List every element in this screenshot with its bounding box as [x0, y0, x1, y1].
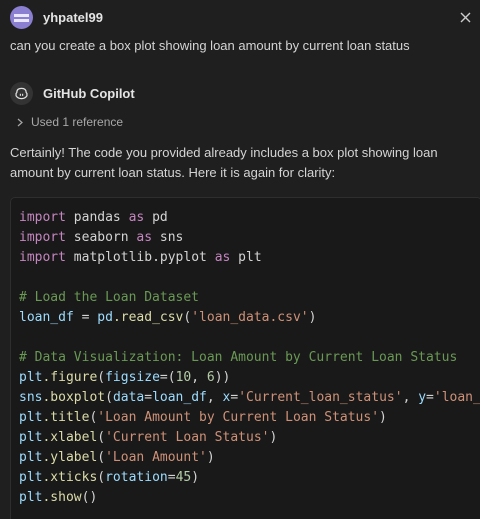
code-line-13: plt.ylabel('Loan Amount')	[19, 450, 215, 465]
chat-panel: yhpatel99 can you create a box plot show…	[0, 0, 480, 519]
keyword: import	[19, 250, 66, 265]
code-line-15: plt.show()	[19, 490, 98, 505]
function: .show	[42, 490, 82, 505]
user-message-header: yhpatel99	[10, 5, 103, 29]
references-label: Used 1 reference	[31, 115, 124, 129]
code-line-10: sns.boxplot(data=loan_df, x='Current_loa…	[19, 390, 480, 405]
chevron-right-icon	[17, 118, 23, 126]
code-line-14: plt.xticks(rotation=45)	[19, 470, 200, 485]
function: .xlabel	[42, 430, 98, 445]
comment: # Load the Loan Dataset	[19, 290, 200, 305]
string: 'Current Loan Status'	[105, 430, 270, 445]
copilot-icon	[10, 81, 33, 105]
answer-line: Certainly! The code you provided already…	[10, 145, 438, 160]
keyword: import	[19, 210, 66, 225]
string: 'Loan Amount by Current Loan Status'	[97, 410, 380, 425]
code-line-3: import matplotlib.pyplot as plt	[19, 248, 480, 268]
code-line-6: loan_df = pd.read_csv('loan_data.csv')	[19, 310, 317, 325]
function: .boxplot	[42, 390, 106, 405]
string: 'Loan Amount'	[105, 450, 207, 465]
function: .xticks	[42, 470, 98, 485]
keyword: as	[136, 230, 153, 245]
keyword: import	[19, 230, 66, 245]
code-line-1: import pandas as pd	[19, 208, 480, 228]
assistant-message-header: GitHub Copilot	[10, 81, 135, 105]
alias: plt	[238, 250, 262, 265]
code-block[interactable]: import pandas as pd import seaborn as sn…	[10, 197, 480, 519]
code-line-9: plt.figure(figsize=(10, 6))	[19, 370, 231, 385]
function: .ylabel	[42, 450, 98, 465]
assistant-answer: Certainly! The code you provided already…	[10, 143, 472, 183]
close-icon	[460, 12, 470, 22]
function: .figure	[42, 370, 98, 385]
answer-line: amount by current loan status. Here it i…	[10, 165, 336, 180]
module: matplotlib.pyplot	[73, 250, 207, 265]
assistant-name: GitHub Copilot	[43, 85, 135, 101]
code-line-12: plt.xlabel('Current Loan Status')	[19, 430, 278, 445]
variable: loan_df	[19, 310, 74, 325]
code-line-5: # Load the Loan Dataset	[19, 288, 480, 308]
function: .read_csv	[112, 310, 184, 325]
keyword: as	[128, 210, 145, 225]
references-toggle[interactable]: Used 1 reference	[16, 115, 123, 129]
username: yhpatel99	[43, 9, 103, 25]
user-avatar	[10, 5, 33, 29]
keyword: as	[214, 250, 231, 265]
number: 45	[175, 470, 192, 485]
number: 10	[175, 370, 192, 385]
alias: pd	[152, 210, 168, 225]
user-message-text: can you create a box plot showing loan a…	[10, 38, 410, 53]
close-button[interactable]	[456, 8, 474, 26]
comment: # Data Visualization: Loan Amount by Cur…	[19, 350, 458, 365]
code-line-8: # Data Visualization: Loan Amount by Cur…	[19, 348, 480, 368]
number: 6	[206, 370, 215, 385]
string: 'Current_loan_status'	[238, 390, 403, 405]
string: 'loan_data.csv'	[191, 310, 309, 325]
module: seaborn	[73, 230, 129, 245]
string: 'loan_	[433, 390, 480, 405]
alias: sns	[159, 230, 184, 245]
code-line-2: import seaborn as sns	[19, 228, 480, 248]
function: .title	[42, 410, 90, 425]
module: pandas	[73, 210, 121, 225]
code-line-11: plt.title('Loan Amount by Current Loan S…	[19, 410, 387, 425]
